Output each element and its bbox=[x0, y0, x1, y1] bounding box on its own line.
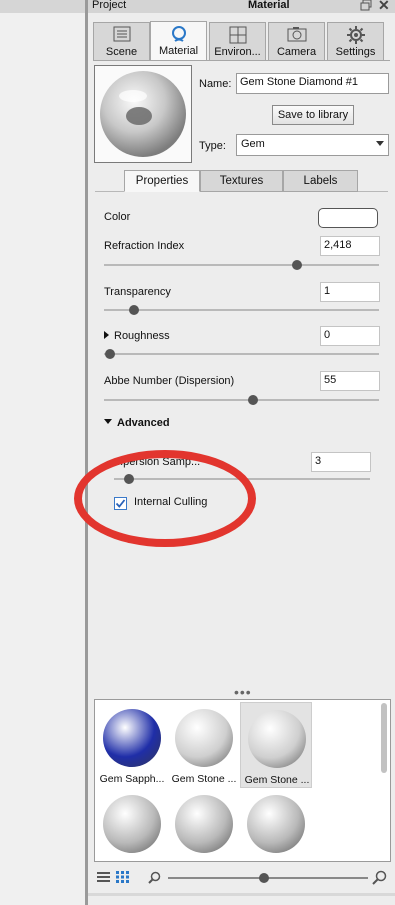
close-icon[interactable]: ✕ bbox=[378, 0, 390, 14]
library-item[interactable] bbox=[240, 788, 312, 874]
material-thumbnail bbox=[103, 709, 161, 767]
tab-camera-label: Camera bbox=[276, 46, 317, 58]
tab-environment[interactable]: Environ... bbox=[209, 22, 266, 60]
zoom-slider[interactable] bbox=[168, 873, 368, 883]
status-bar bbox=[88, 893, 395, 896]
list-view-icon[interactable] bbox=[97, 871, 110, 886]
refraction-index-label: Refraction Index bbox=[104, 240, 185, 252]
material-name-field[interactable]: Gem Stone Diamond #1 bbox=[236, 73, 389, 94]
zoom-in-icon[interactable] bbox=[372, 870, 387, 888]
slider-thumb[interactable] bbox=[291, 260, 302, 270]
library-item[interactable] bbox=[96, 788, 168, 874]
splitter-grip-icon[interactable]: ••• bbox=[234, 685, 252, 699]
tab-settings[interactable]: Settings bbox=[327, 22, 384, 60]
library-item-label: Gem Sapph... bbox=[99, 773, 165, 785]
tab-textures[interactable]: Textures bbox=[200, 170, 283, 192]
tab-material-label: Material bbox=[158, 45, 199, 57]
abbe-number-slider[interactable] bbox=[104, 395, 379, 405]
material-thumbnail bbox=[248, 710, 306, 768]
material-thumbnail bbox=[103, 795, 161, 853]
library-item-label: Gem Stone ... bbox=[171, 773, 237, 785]
material-type-dropdown[interactable]: Gem bbox=[236, 134, 389, 156]
scene-icon bbox=[94, 26, 149, 46]
slider-thumb[interactable] bbox=[259, 873, 269, 883]
roughness-label: Roughness bbox=[114, 330, 170, 342]
library-item[interactable]: Gem Stone ... bbox=[168, 702, 240, 788]
expand-arrow-icon bbox=[104, 331, 109, 339]
tab-scene-label: Scene bbox=[105, 46, 138, 58]
abbe-number-label: Abbe Number (Dispersion) bbox=[104, 375, 235, 387]
gem-preview-sphere-icon bbox=[100, 71, 186, 157]
transparency-slider[interactable] bbox=[104, 305, 379, 315]
zoom-out-icon[interactable] bbox=[148, 871, 161, 887]
collapse-arrow-icon bbox=[104, 419, 112, 424]
settings-icon bbox=[328, 26, 383, 46]
tab-camera[interactable]: Camera bbox=[268, 22, 325, 60]
slider-thumb[interactable] bbox=[104, 349, 115, 359]
advanced-label: Advanced bbox=[117, 417, 170, 429]
refraction-index-slider[interactable] bbox=[104, 260, 379, 270]
advanced-section-toggle[interactable]: Advanced bbox=[104, 417, 170, 429]
panel-title: Material bbox=[248, 0, 290, 11]
library-item[interactable]: Gem Stone ... bbox=[240, 702, 312, 788]
project-panel-area bbox=[0, 0, 85, 905]
material-preview[interactable] bbox=[94, 65, 192, 163]
transparency-label: Transparency bbox=[104, 286, 171, 298]
material-library: Gem Sapph... Gem Stone ... Gem Stone ... bbox=[94, 699, 391, 862]
camera-icon bbox=[269, 26, 324, 46]
panel-title-bar: Project Material ✕ bbox=[88, 0, 395, 13]
material-type-value: Gem bbox=[241, 138, 265, 150]
dispersion-samples-input[interactable]: 3 bbox=[311, 452, 371, 472]
library-toolbar bbox=[88, 866, 395, 890]
float-window-icon[interactable] bbox=[360, 0, 372, 11]
chevron-down-icon bbox=[376, 141, 384, 146]
tab-environment-label: Environ... bbox=[214, 46, 261, 58]
name-label: Name: bbox=[199, 78, 232, 90]
tab-underline bbox=[93, 60, 390, 61]
tab-scene[interactable]: Scene bbox=[93, 22, 150, 60]
roughness-input[interactable]: 0 bbox=[320, 326, 380, 346]
color-label: Color bbox=[104, 211, 131, 223]
material-thumbnail bbox=[247, 795, 305, 853]
library-scrollbar[interactable] bbox=[381, 703, 387, 773]
slider-thumb[interactable] bbox=[129, 305, 140, 315]
roughness-toggle[interactable]: Roughness bbox=[104, 330, 170, 342]
library-item[interactable] bbox=[168, 788, 240, 874]
material-thumbnail bbox=[175, 795, 233, 853]
tab-material[interactable]: Material bbox=[150, 21, 207, 60]
red-highlight-annotation bbox=[74, 450, 256, 547]
library-item-label: Gem Stone ... bbox=[244, 774, 310, 786]
tab-properties[interactable]: Properties bbox=[124, 170, 200, 192]
environment-icon bbox=[210, 26, 265, 46]
project-tab-label[interactable]: Project bbox=[92, 0, 126, 11]
material-icon bbox=[151, 25, 206, 45]
material-thumbnail bbox=[175, 709, 233, 767]
tab-labels[interactable]: Labels bbox=[283, 170, 358, 192]
project-panel-titlebar bbox=[0, 0, 85, 13]
abbe-number-input[interactable]: 55 bbox=[320, 371, 380, 391]
tab-settings-label: Settings bbox=[335, 46, 376, 58]
roughness-slider[interactable] bbox=[104, 349, 379, 359]
material-panel: Project Material ✕ Scene Material Enviro… bbox=[74, 0, 395, 905]
transparency-input[interactable]: 1 bbox=[320, 282, 380, 302]
library-item[interactable]: Gem Sapph... bbox=[96, 702, 168, 788]
slider-thumb[interactable] bbox=[247, 395, 258, 405]
color-swatch[interactable] bbox=[318, 208, 378, 228]
save-to-library-button[interactable]: Save to library bbox=[272, 105, 354, 125]
type-label: Type: bbox=[199, 140, 226, 152]
grid-view-icon[interactable] bbox=[116, 871, 129, 886]
refraction-index-input[interactable]: 2,418 bbox=[320, 236, 380, 256]
